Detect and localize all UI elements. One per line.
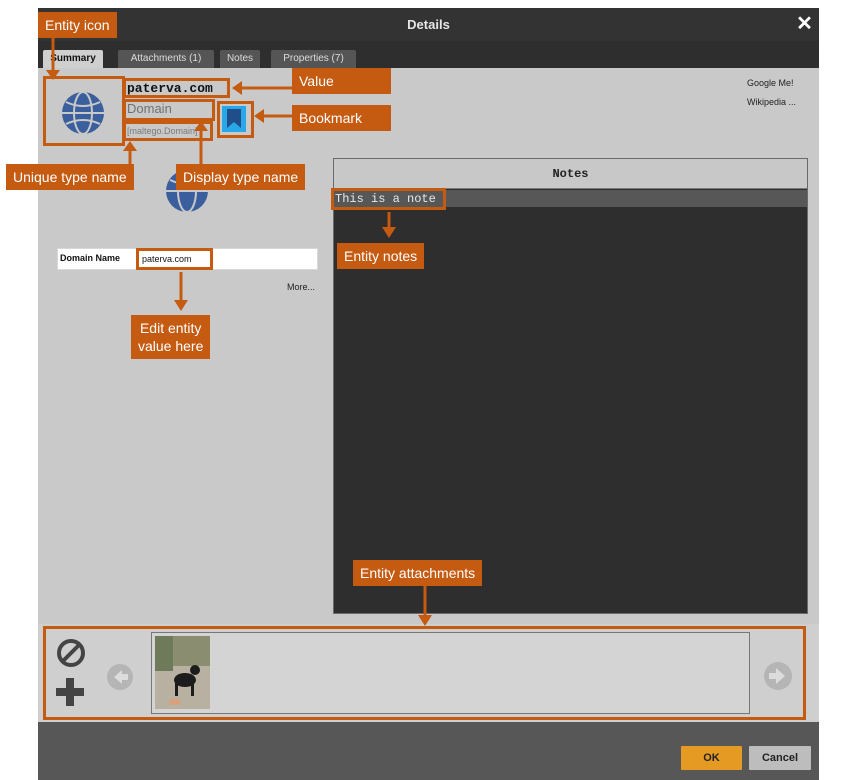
edit-value-highlight <box>136 248 213 270</box>
annotation-edit-entity-value: Edit entity value here <box>131 315 211 359</box>
dialog-title: Details <box>407 17 450 32</box>
tab-summary[interactable]: Summary <box>43 50 103 68</box>
annotation-unique-type-name: Unique type name <box>6 164 134 190</box>
property-label: Domain Name <box>60 253 121 263</box>
annotation-edit-line-1: Edit entity <box>139 320 202 336</box>
entity-icon-highlight <box>43 76 125 146</box>
dialog-titlebar: Details ✕ <box>38 8 819 41</box>
tab-bar: Summary Attachments (1) Notes Properties… <box>38 41 819 68</box>
wikipedia-link[interactable]: Wikipedia ... <box>747 97 796 107</box>
annotation-edit-line-2: value here <box>138 338 204 354</box>
notes-header: Notes <box>334 159 807 189</box>
more-link[interactable]: More... <box>287 282 315 292</box>
bookmark-highlight <box>217 101 254 138</box>
annotation-entity-attachments: Entity attachments <box>353 560 483 586</box>
unique-type-highlight <box>123 121 213 141</box>
google-me-link[interactable]: Google Me! <box>747 78 794 88</box>
annotation-entity-icon: Entity icon <box>38 12 117 38</box>
notes-highlight <box>331 188 446 210</box>
attachments-highlight <box>43 626 806 720</box>
annotation-value: Value <box>292 68 391 94</box>
annotation-bookmark: Bookmark <box>292 105 391 131</box>
notes-panel <box>333 158 808 614</box>
annotation-entity-notes: Entity notes <box>337 243 425 269</box>
ok-button[interactable]: OK <box>681 746 742 770</box>
cancel-button[interactable]: Cancel <box>749 746 811 770</box>
display-type-highlight <box>123 99 215 121</box>
annotation-display-type-name: Display type name <box>176 164 306 190</box>
value-highlight <box>123 78 230 98</box>
tab-notes[interactable]: Notes <box>220 50 260 68</box>
close-icon[interactable]: ✕ <box>790 8 819 41</box>
tab-properties[interactable]: Properties (7) <box>271 50 356 68</box>
tab-attachments[interactable]: Attachments (1) <box>118 50 214 68</box>
